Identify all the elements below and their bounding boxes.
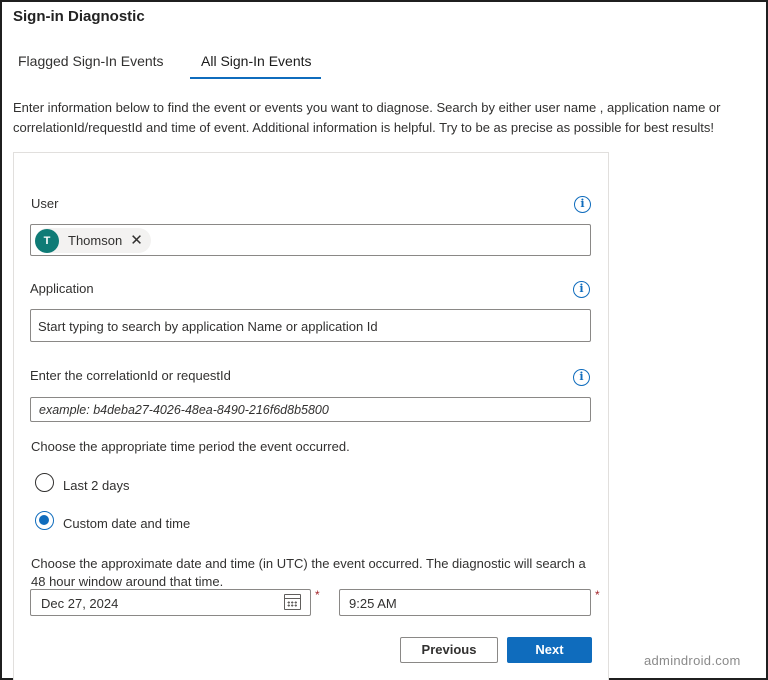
application-info-icon[interactable]: i: [573, 281, 590, 298]
next-button[interactable]: Next: [507, 637, 592, 663]
time-value: 9:25 AM: [349, 596, 397, 611]
application-label: Application: [30, 281, 94, 296]
application-search-input[interactable]: Start typing to search by application Na…: [30, 309, 591, 342]
date-picker[interactable]: Dec 27, 2024: [30, 589, 311, 616]
user-label: User: [31, 196, 59, 211]
date-value: Dec 27, 2024: [41, 596, 119, 611]
time-input[interactable]: 9:25 AM: [339, 589, 591, 616]
active-tab-indicator: [190, 77, 321, 79]
page-title: Sign-in Diagnostic: [13, 8, 145, 25]
correlation-placeholder: example: b4deba27-4026-48ea-8490-216f6d8…: [39, 403, 329, 417]
previous-button[interactable]: Previous: [400, 637, 498, 663]
user-chip: T Thomson ✕: [35, 228, 151, 253]
user-info-icon[interactable]: i: [574, 196, 591, 213]
radio-last-2-days-label[interactable]: Last 2 days: [63, 478, 130, 493]
time-required-mark: *: [595, 588, 600, 602]
application-placeholder: Start typing to search by application Na…: [38, 319, 378, 334]
close-icon[interactable]: ✕: [130, 233, 143, 248]
approximate-time-label: Choose the approximate date and time (in…: [31, 556, 586, 589]
user-picker-field[interactable]: T Thomson ✕: [30, 224, 591, 256]
sign-in-diagnostic-panel: Sign-in Diagnostic Flagged Sign-In Event…: [0, 0, 768, 680]
calendar-icon[interactable]: [284, 594, 301, 610]
correlation-label: Enter the correlationId or requestId: [30, 368, 231, 383]
correlation-id-input[interactable]: example: b4deba27-4026-48ea-8490-216f6d8…: [30, 397, 591, 422]
radio-custom-date-time[interactable]: [35, 511, 54, 530]
radio-custom-date-time-label[interactable]: Custom date and time: [63, 516, 190, 531]
correlation-info-icon[interactable]: i: [573, 369, 590, 386]
tab-all-sign-in-events[interactable]: All Sign-In Events: [201, 53, 312, 69]
intro-text: Enter information below to find the even…: [13, 100, 721, 135]
date-required-mark: *: [315, 588, 320, 602]
tab-flagged-sign-in-events[interactable]: Flagged Sign-In Events: [18, 53, 164, 69]
avatar: T: [35, 228, 59, 253]
radio-last-2-days[interactable]: [35, 473, 54, 492]
user-chip-name: Thomson: [68, 233, 123, 248]
watermark-text: admindroid.com: [644, 653, 741, 668]
time-period-label: Choose the appropriate time period the e…: [31, 439, 350, 454]
